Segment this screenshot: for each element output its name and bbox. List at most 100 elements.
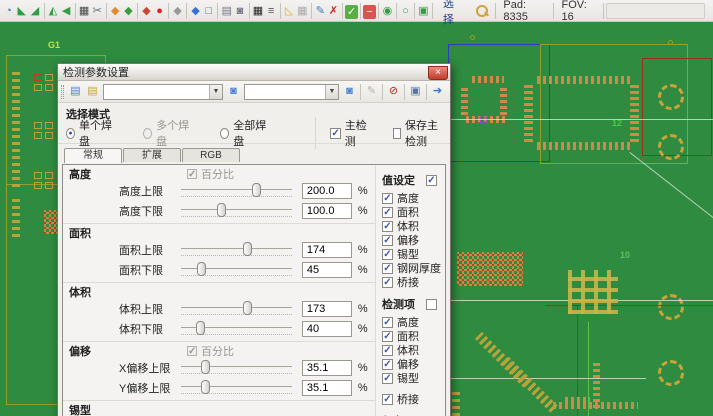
vs-solder-shape-checkbox[interactable]: ✓: [382, 249, 393, 260]
vs-offset-checkbox[interactable]: ✓: [382, 235, 393, 246]
load-params-icon[interactable]: ▤: [67, 83, 84, 100]
apply-set-icon[interactable]: ◙: [341, 83, 358, 100]
area-upper-input[interactable]: [302, 242, 352, 258]
slider-thumb[interactable]: [217, 203, 226, 217]
circle-icon[interactable]: ○: [399, 2, 412, 20]
chart-edit-icon[interactable]: ✎: [314, 2, 327, 20]
tab-rgb[interactable]: RGB: [182, 148, 240, 162]
vs-bridge-checkbox[interactable]: ✓: [382, 277, 393, 288]
volume-lower-slider[interactable]: [181, 320, 292, 338]
area-lower-slider[interactable]: [181, 261, 292, 279]
close-button[interactable]: ×: [428, 66, 448, 80]
di-offset-checkbox[interactable]: ✓: [382, 359, 393, 370]
area-upper-slider[interactable]: [181, 241, 292, 259]
volume-upper-slider[interactable]: [181, 300, 292, 318]
radio-all-pads[interactable]: [220, 128, 229, 139]
offset-percent-checkbox[interactable]: ✓: [187, 346, 197, 356]
slider-thumb[interactable]: [196, 321, 205, 335]
di-area-checkbox[interactable]: ✓: [382, 331, 393, 342]
pad-count-readout: Pad: 8335: [503, 0, 544, 23]
height-percent-checkbox[interactable]: ✓: [187, 169, 197, 179]
x-offset-upper-slider[interactable]: [181, 359, 292, 377]
vs-volume-checkbox[interactable]: ✓: [382, 221, 393, 232]
value-setting-all-checkbox[interactable]: ✓: [426, 175, 437, 186]
via-marker: [470, 35, 475, 40]
x-offset-upper-input[interactable]: [302, 360, 352, 376]
tab-general[interactable]: 常规: [64, 148, 122, 163]
save-params-icon[interactable]: ▤: [84, 83, 101, 100]
slider-thumb[interactable]: [252, 183, 261, 197]
volume-lower-input[interactable]: [302, 321, 352, 337]
component-label-13: 13: [478, 115, 488, 125]
volume-upper-input[interactable]: [302, 301, 352, 317]
save-icon[interactable]: ▣: [407, 83, 424, 100]
ruler-icon[interactable]: ◺: [283, 2, 296, 20]
tab-extended[interactable]: 扩展: [123, 148, 181, 162]
di-solder-shape-checkbox[interactable]: ✓: [382, 373, 393, 384]
area-lower-input[interactable]: [302, 262, 352, 278]
mesh-icon[interactable]: ▦: [296, 2, 309, 20]
save-main-detect-checkbox[interactable]: [393, 128, 401, 139]
di-volume-checkbox[interactable]: ✓: [382, 345, 393, 356]
edit-icon[interactable]: ✎: [363, 83, 380, 100]
pin-red-icon[interactable]: ◆: [140, 2, 153, 20]
exit-icon[interactable]: ➔: [429, 83, 446, 100]
slider-thumb[interactable]: [197, 262, 206, 276]
apply-group-icon[interactable]: ◙: [225, 83, 242, 100]
height-lower-slider[interactable]: [181, 202, 292, 220]
image-icon[interactable]: ▦: [78, 2, 91, 20]
map-pin-icon[interactable]: ●: [153, 2, 166, 20]
cancel-icon[interactable]: ⊘: [385, 83, 402, 100]
radio-multi-pad[interactable]: [143, 128, 152, 139]
vs-area-checkbox[interactable]: ✓: [382, 207, 393, 218]
vs-height-checkbox[interactable]: ✓: [382, 193, 393, 204]
magnifier-icon[interactable]: [475, 4, 487, 18]
vs-stencil-checkbox[interactable]: ✓: [382, 263, 393, 274]
di-height-checkbox[interactable]: ✓: [382, 317, 393, 328]
check-box-icon[interactable]: ✓: [345, 5, 358, 19]
square-icon[interactable]: ▣: [417, 2, 430, 20]
unit-label: %: [358, 185, 375, 197]
slider-thumb[interactable]: [201, 360, 210, 374]
grid-icon[interactable]: ▦: [251, 2, 264, 20]
delete-icon[interactable]: ✗: [327, 2, 340, 20]
tools-icon[interactable]: ✂: [91, 2, 104, 20]
pin-green-icon[interactable]: ◆: [122, 2, 135, 20]
pin-blue-icon[interactable]: ◆: [189, 2, 202, 20]
slider-thumb[interactable]: [243, 242, 252, 256]
cone-icon[interactable]: ◀: [60, 2, 73, 20]
height-lower-input[interactable]: [302, 203, 352, 219]
offset-section-title: 偏移: [69, 343, 91, 359]
camera-icon[interactable]: ◙: [233, 2, 246, 20]
flip-icon[interactable]: ◭: [46, 2, 59, 20]
pin-orange-icon[interactable]: ◆: [109, 2, 122, 20]
polygon-draw-icon[interactable]: ◣: [15, 2, 28, 20]
minus-box-icon[interactable]: −: [363, 5, 376, 19]
curve-icon[interactable]: ◔: [2, 2, 15, 20]
y-offset-upper-slider[interactable]: [181, 379, 292, 397]
pin-gray-icon[interactable]: ◆: [171, 2, 184, 20]
value-setting-group: 值设定 ✓ ✓高度 ✓面积 ✓体积 ✓偏移 ✓锡型 ✓钢网厚度 ✓桥接: [382, 173, 441, 289]
sort-az-icon[interactable]: ≡: [265, 2, 278, 20]
chevron-down-icon[interactable]: ▼: [325, 85, 338, 99]
slider-thumb[interactable]: [201, 380, 210, 394]
chevron-down-icon[interactable]: ▼: [209, 85, 222, 99]
building-icon[interactable]: ▤: [220, 2, 233, 20]
main-detect-checkbox[interactable]: ✓: [330, 128, 340, 139]
dialog-titlebar[interactable]: 检测参数设置 ×: [58, 64, 450, 81]
circle-dot-icon[interactable]: ◉: [381, 2, 394, 20]
polygon-edit-icon[interactable]: ◢: [28, 2, 41, 20]
y-offset-upper-input[interactable]: [302, 380, 352, 396]
param-set-combobox[interactable]: ▼: [244, 84, 339, 100]
offset-section: 偏移 ✓百分比 X偏移上限 % Y偏移上限 %: [63, 342, 375, 401]
height-upper-input[interactable]: [302, 183, 352, 199]
slider-thumb[interactable]: [243, 301, 252, 315]
height-section-title: 高度: [69, 166, 91, 182]
rect-select-icon[interactable]: □: [202, 2, 215, 20]
detection-items-all-checkbox[interactable]: [426, 299, 437, 310]
height-upper-slider[interactable]: [181, 182, 292, 200]
select-mode-button[interactable]: 选择: [443, 0, 461, 27]
radio-single-pad[interactable]: ●: [66, 128, 75, 139]
di-bridge-checkbox[interactable]: ✓: [382, 394, 393, 405]
param-group-combobox[interactable]: ▼: [103, 84, 223, 100]
